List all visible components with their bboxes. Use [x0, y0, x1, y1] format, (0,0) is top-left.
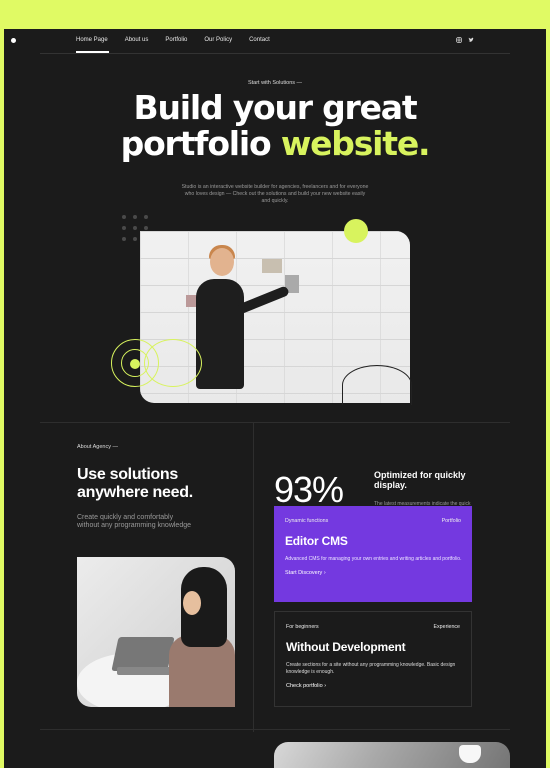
card-title: Without Development [286, 640, 406, 654]
hero-title-accent: website. [280, 124, 431, 163]
hero-eyebrow: Start with Solutions — [247, 80, 303, 86]
ring-decoration-dot [130, 359, 140, 369]
twitter-icon[interactable] [468, 37, 474, 45]
card-description: Create sections for a site without any p… [286, 662, 456, 675]
about-eyebrow: About Agency — [77, 444, 118, 450]
card-title: Editor CMS [285, 534, 348, 548]
card-category: Portfolio [441, 518, 461, 524]
check-portfolio-link[interactable]: Check portfolio › [286, 683, 460, 689]
nav-policy[interactable]: Our Policy [204, 37, 232, 43]
section-divider-bottom [40, 729, 510, 730]
scribble-decoration [342, 365, 412, 405]
about-image [77, 557, 235, 707]
main-nav: Home Page About us Portfolio Our Policy … [76, 37, 287, 53]
stat-value: 93% [274, 469, 344, 510]
nav-portfolio[interactable]: Portfolio [165, 37, 187, 43]
ring-decoration-outer [144, 339, 202, 387]
logo[interactable] [11, 38, 16, 43]
social-links [456, 37, 474, 45]
page-frame: Home Page About us Portfolio Our Policy … [4, 29, 546, 768]
about-subtitle: Create quickly and comfortably without a… [77, 514, 192, 529]
nav-contact[interactable]: Contact [249, 37, 270, 43]
section-vertical-divider [253, 422, 254, 732]
card-category: Experience [433, 624, 461, 630]
hero-subtitle: Studio is an interactive website builder… [181, 184, 369, 204]
stat-title: Optimized for quickly display. [374, 470, 466, 490]
cup-decoration [459, 745, 481, 763]
section-divider [40, 422, 510, 423]
nav-about[interactable]: About us [125, 37, 149, 43]
nav-home[interactable]: Home Page [76, 37, 109, 53]
instagram-icon[interactable] [456, 37, 462, 45]
card-description: Advanced CMS for managing your own entri… [285, 556, 462, 562]
about-title: Use solutions anywhere need. [77, 466, 193, 501]
start-discovery-link[interactable]: Start Discovery › [285, 570, 461, 576]
feature-card-cms[interactable]: Dynamic functions Portfolio Editor CMS A… [274, 506, 472, 602]
nav-divider [40, 53, 510, 54]
hero-title-line1: Build your great [133, 88, 418, 127]
hero-title: Build your great portfolio website. [4, 90, 546, 162]
card-tag: For beginners [286, 624, 319, 630]
accent-circle-decoration [344, 219, 368, 243]
feature-card-development[interactable]: For beginners Experience Without Develop… [274, 611, 472, 707]
hero-title-line2: portfolio [120, 124, 272, 163]
card-tag: Dynamic functions [285, 518, 329, 524]
